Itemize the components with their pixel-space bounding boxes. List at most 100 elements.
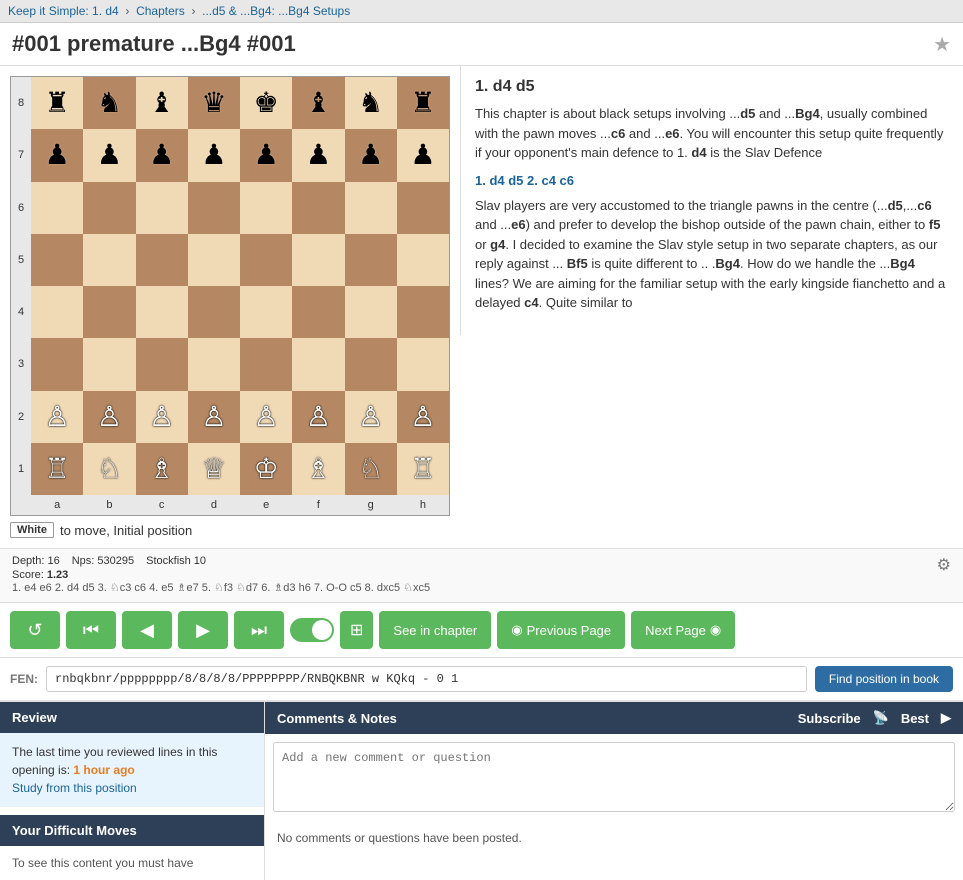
- restart-button[interactable]: ↺: [10, 611, 60, 649]
- board-cell-f3[interactable]: [292, 338, 344, 390]
- board-cell-a4[interactable]: [31, 286, 83, 338]
- board-cell-d5[interactable]: [188, 234, 240, 286]
- board-cell-c8[interactable]: ♝: [136, 77, 188, 129]
- board-cell-a2[interactable]: ♙: [31, 391, 83, 443]
- file-label-f: f: [292, 495, 344, 515]
- comment-input[interactable]: [273, 742, 955, 812]
- board-cell-f2[interactable]: ♙: [292, 391, 344, 443]
- board-cell-f1[interactable]: ♗: [292, 443, 344, 495]
- board-cell-e7[interactable]: ♟: [240, 129, 292, 181]
- move-line-link[interactable]: 1. d4 d5 2. c4 c6: [475, 173, 574, 188]
- chess-piece-p: ♟: [149, 141, 174, 169]
- breadcrumb-link-2[interactable]: Chapters: [136, 4, 185, 18]
- board-cell-a6[interactable]: [31, 182, 83, 234]
- board-cell-f6[interactable]: [292, 182, 344, 234]
- engine-settings-icon[interactable]: ⚙: [937, 555, 951, 575]
- file-label-d: d: [188, 495, 240, 515]
- board-cell-c1[interactable]: ♗: [136, 443, 188, 495]
- board-cell-e2[interactable]: ♙: [240, 391, 292, 443]
- board-cell-a1[interactable]: ♖: [31, 443, 83, 495]
- board-cell-g4[interactable]: [345, 286, 397, 338]
- board-cell-f8[interactable]: ♝: [292, 77, 344, 129]
- board-cell-d7[interactable]: ♟: [188, 129, 240, 181]
- board-cell-e6[interactable]: [240, 182, 292, 234]
- board-cell-b4[interactable]: [83, 286, 135, 338]
- board-cell-a7[interactable]: ♟: [31, 129, 83, 181]
- board-cell-h6[interactable]: [397, 182, 449, 234]
- subscribe-link[interactable]: Subscribe: [798, 711, 861, 726]
- board-cell-g2[interactable]: ♙: [345, 391, 397, 443]
- board-cell-h5[interactable]: [397, 234, 449, 286]
- board-cell-c5[interactable]: [136, 234, 188, 286]
- board-cell-a8[interactable]: ♜: [31, 77, 83, 129]
- board-cell-d6[interactable]: [188, 182, 240, 234]
- rss-icon[interactable]: 📡: [873, 710, 889, 726]
- file-label-a: a: [31, 495, 83, 515]
- board-cell-h4[interactable]: [397, 286, 449, 338]
- board-cell-g7[interactable]: ♟: [345, 129, 397, 181]
- chess-piece-P: ♙: [201, 403, 226, 431]
- review-panel: Review The last time you reviewed lines …: [0, 702, 265, 880]
- board-cell-b3[interactable]: [83, 338, 135, 390]
- next-move-button[interactable]: ▶: [178, 611, 228, 649]
- board-cell-h7[interactable]: ♟: [397, 129, 449, 181]
- board-cell-c6[interactable]: [136, 182, 188, 234]
- board-corner: [11, 495, 31, 515]
- board-cell-e3[interactable]: [240, 338, 292, 390]
- board-cell-g8[interactable]: ♞: [345, 77, 397, 129]
- board-cell-e5[interactable]: [240, 234, 292, 286]
- previous-page-button[interactable]: ◉ Previous Page: [497, 611, 625, 649]
- board-cell-g6[interactable]: [345, 182, 397, 234]
- rank-label-6: 6: [11, 182, 31, 234]
- board-cell-b6[interactable]: [83, 182, 135, 234]
- auto-play-toggle[interactable]: [290, 618, 334, 642]
- board-cell-g3[interactable]: [345, 338, 397, 390]
- board-cell-h3[interactable]: [397, 338, 449, 390]
- see-in-chapter-button[interactable]: See in chapter: [379, 611, 491, 649]
- board-cell-d3[interactable]: [188, 338, 240, 390]
- board-cell-d4[interactable]: [188, 286, 240, 338]
- board-cell-f4[interactable]: [292, 286, 344, 338]
- best-label[interactable]: Best: [901, 711, 929, 726]
- board-cell-b5[interactable]: [83, 234, 135, 286]
- board-cell-e8[interactable]: ♚: [240, 77, 292, 129]
- board-cell-e1[interactable]: ♔: [240, 443, 292, 495]
- study-link[interactable]: Study from this position: [12, 781, 137, 795]
- file-label-g: g: [345, 495, 397, 515]
- toggle-switch[interactable]: [290, 618, 334, 642]
- board-cell-d8[interactable]: ♛: [188, 77, 240, 129]
- board-cell-g1[interactable]: ♘: [345, 443, 397, 495]
- bookmark-icon[interactable]: ★: [933, 32, 951, 57]
- breadcrumb-link-3[interactable]: ...d5 & ...Bg4: ...Bg4 Setups: [202, 4, 350, 18]
- last-move-button[interactable]: ⏭: [234, 611, 284, 649]
- board-cell-c7[interactable]: ♟: [136, 129, 188, 181]
- board-cell-d1[interactable]: ♕: [188, 443, 240, 495]
- next-page-button[interactable]: Next Page ◉: [631, 611, 735, 649]
- engine-line: 1. e4 e6 2. d4 d5 3. ♘c3 c6 4. e5 ♗e7 5.…: [12, 581, 929, 596]
- first-move-button[interactable]: ⏮: [66, 611, 116, 649]
- board-cell-g5[interactable]: [345, 234, 397, 286]
- prev-move-button[interactable]: ◀: [122, 611, 172, 649]
- board-cell-b1[interactable]: ♘: [83, 443, 135, 495]
- board-cell-h1[interactable]: ♖: [397, 443, 449, 495]
- no-comments-text: No comments or questions have been poste…: [265, 823, 963, 853]
- board-cell-a3[interactable]: [31, 338, 83, 390]
- board-cell-b7[interactable]: ♟: [83, 129, 135, 181]
- board-cell-h2[interactable]: ♙: [397, 391, 449, 443]
- board-cell-b2[interactable]: ♙: [83, 391, 135, 443]
- board-view-button[interactable]: ⊞: [340, 611, 373, 649]
- fen-input[interactable]: [46, 666, 807, 692]
- board-cell-d2[interactable]: ♙: [188, 391, 240, 443]
- review-content: The last time you reviewed lines in this…: [0, 733, 264, 807]
- board-cell-a5[interactable]: [31, 234, 83, 286]
- board-cell-b8[interactable]: ♞: [83, 77, 135, 129]
- board-cell-f7[interactable]: ♟: [292, 129, 344, 181]
- board-cell-f5[interactable]: [292, 234, 344, 286]
- board-cell-c2[interactable]: ♙: [136, 391, 188, 443]
- board-cell-e4[interactable]: [240, 286, 292, 338]
- board-cell-c3[interactable]: [136, 338, 188, 390]
- find-position-button[interactable]: Find position in book: [815, 666, 953, 692]
- breadcrumb-link-1[interactable]: Keep it Simple: 1. d4: [8, 4, 119, 18]
- board-cell-h8[interactable]: ♜: [397, 77, 449, 129]
- board-cell-c4[interactable]: [136, 286, 188, 338]
